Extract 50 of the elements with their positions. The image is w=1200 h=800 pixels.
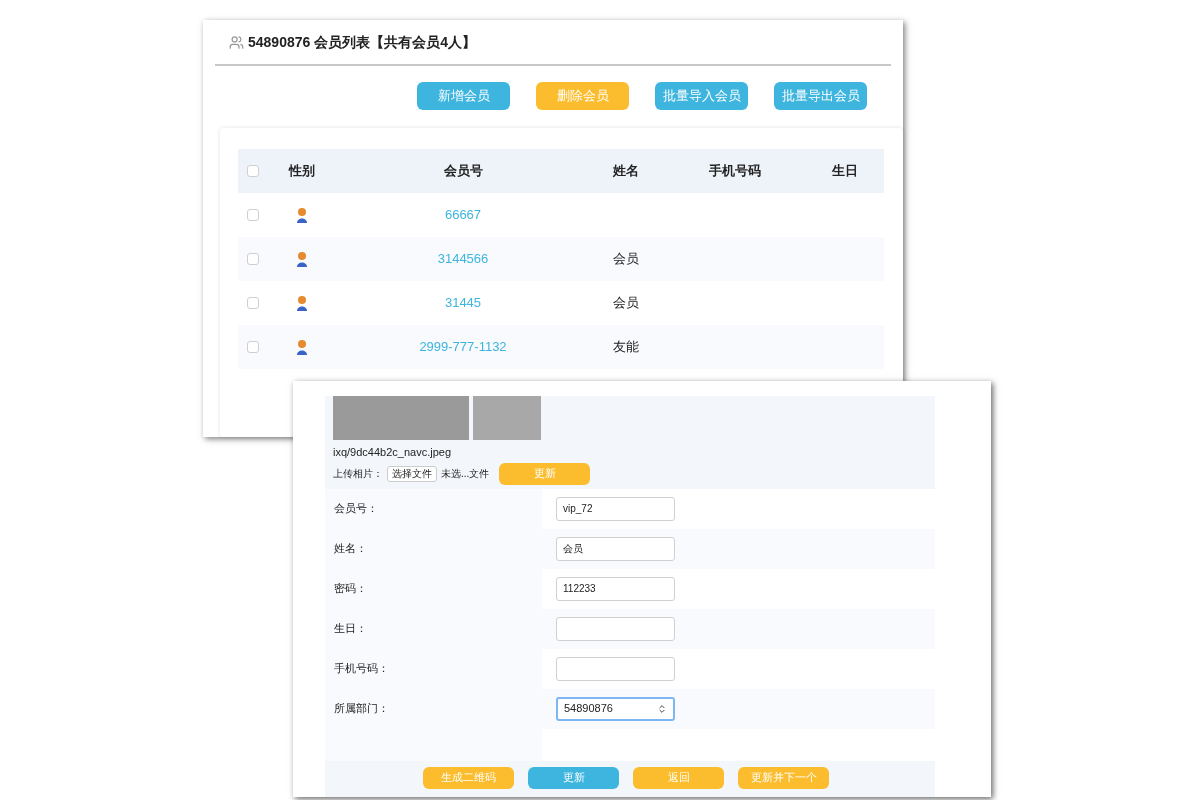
checkbox[interactable] [247, 165, 259, 177]
upload-label: 上传相片： [333, 467, 383, 481]
checkbox[interactable] [247, 209, 259, 221]
checkbox[interactable] [247, 341, 259, 353]
field-label: 生日： [325, 608, 542, 649]
field-label: 密码： [325, 568, 542, 609]
input-field[interactable] [556, 616, 675, 641]
form-button[interactable]: 返回 [633, 766, 724, 789]
checkbox[interactable] [247, 297, 259, 309]
column-header: 生日 [832, 162, 858, 181]
member-number-link[interactable]: 3144566 [437, 249, 489, 269]
input-field[interactable]: vip_72 [556, 496, 675, 521]
toolbar-button[interactable]: 删除会员 [536, 82, 629, 110]
person-icon [296, 295, 308, 311]
field-label: 会员号： [325, 488, 542, 529]
input-field[interactable]: 112233 [556, 576, 675, 601]
up-down-arrows-icon [657, 703, 667, 714]
input-field[interactable] [556, 656, 675, 681]
column-header: 姓名 [613, 162, 639, 181]
update-photo-button[interactable]: 更新 [499, 462, 591, 485]
person-icon [296, 207, 308, 223]
choose-file-button[interactable]: 选择文件 [387, 465, 437, 482]
column-header: 手机号码 [709, 162, 761, 181]
form-button[interactable]: 更新 [528, 766, 619, 789]
toolbar-button[interactable]: 新增会员 [417, 82, 510, 110]
table-cell-text: 会员 [613, 250, 639, 269]
member-number-link[interactable]: 2999-777-1132 [419, 337, 507, 357]
member-number-link[interactable]: 31445 [444, 293, 482, 313]
toolbar-button[interactable]: 批量导入会员 [655, 82, 748, 110]
form-button[interactable]: 更新并下一个 [738, 766, 829, 789]
column-header: 性别 [289, 162, 315, 181]
window-title: 54890876 会员列表【共有会员4人】 [248, 32, 476, 52]
table-cell-text: 会员 [613, 294, 639, 313]
photo-filename: ixq/9dc44b2c_navc.jpeg [333, 445, 453, 460]
checkbox[interactable] [247, 253, 259, 265]
field-label: 姓名： [325, 528, 542, 569]
person-icon [296, 251, 308, 267]
select-field[interactable]: 54890876 [556, 696, 675, 721]
table-cell-text: 友能 [613, 338, 639, 357]
users-icon [229, 34, 244, 50]
field-label: 手机号码： [325, 648, 542, 689]
member-number-link[interactable]: 66667 [444, 205, 482, 225]
photo-placeholder [473, 396, 541, 440]
person-icon [296, 339, 308, 355]
file-status: 未选...文件 [441, 467, 490, 481]
input-field[interactable]: 会员 [556, 536, 675, 561]
field-label: 所属部门： [325, 688, 542, 729]
form-button[interactable]: 生成二维码 [423, 766, 514, 789]
toolbar-button[interactable]: 批量导出会员 [774, 82, 867, 110]
column-header: 会员号 [443, 162, 483, 181]
